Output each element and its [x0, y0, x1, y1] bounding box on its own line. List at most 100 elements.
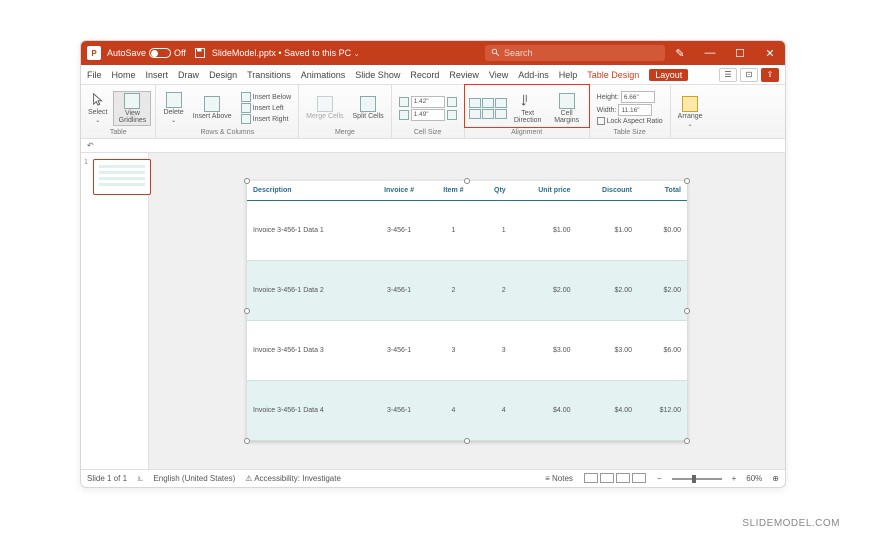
tab-transitions[interactable]: Transitions	[247, 70, 291, 80]
insert-right-button[interactable]: Insert Right	[241, 114, 289, 124]
table-cell[interactable]: $2.00	[577, 261, 638, 321]
fit-button[interactable]: ⊕	[772, 474, 779, 483]
slide-canvas[interactable]: Description Invoice # Item # Qty Unit pr…	[247, 181, 687, 441]
tab-draw[interactable]: Draw	[178, 70, 199, 80]
table-cell[interactable]: $3.00	[577, 321, 638, 381]
tab-file[interactable]: File	[87, 70, 102, 80]
table-cell[interactable]: $2.00	[638, 261, 687, 321]
minimize-button[interactable]: —	[695, 47, 725, 60]
selection-handle[interactable]	[244, 438, 250, 444]
selection-handle[interactable]	[464, 438, 470, 444]
selection-handle[interactable]	[684, 308, 690, 314]
tab-design[interactable]: Design	[209, 70, 237, 80]
zoom-slider[interactable]	[672, 478, 722, 480]
share-button[interactable]: ⇪	[761, 68, 779, 82]
tab-help[interactable]: Help	[559, 70, 578, 80]
zoom-in-button[interactable]: +	[732, 474, 737, 483]
table-cell[interactable]: $2.00	[512, 261, 577, 321]
table-cell[interactable]: $4.00	[577, 381, 638, 441]
tab-table-design[interactable]: Table Design	[587, 70, 639, 80]
table-cell[interactable]: 1	[430, 201, 477, 261]
table-cell[interactable]: 3-456-1	[368, 381, 429, 441]
table-height-input[interactable]: 6.66"	[621, 91, 655, 103]
tab-slideshow[interactable]: Slide Show	[355, 70, 400, 80]
col-unitprice[interactable]: Unit price	[512, 181, 577, 201]
table-cell[interactable]: 1	[477, 201, 512, 261]
insert-left-button[interactable]: Insert Left	[241, 103, 284, 113]
table-cell[interactable]: 2	[477, 261, 512, 321]
table-cell[interactable]: Invoice 3-456-1 Data 4	[247, 381, 368, 441]
close-button[interactable]: ✕	[755, 47, 785, 60]
language-status[interactable]: English (United States)	[153, 474, 235, 483]
zoom-level[interactable]: 60%	[746, 474, 762, 483]
invoice-table[interactable]: Description Invoice # Item # Qty Unit pr…	[247, 181, 687, 441]
spellcheck-icon[interactable]: ⎁	[137, 474, 143, 484]
distribute-rows-icon[interactable]	[447, 97, 457, 107]
table-cell[interactable]: $1.00	[512, 201, 577, 261]
tab-review[interactable]: Review	[449, 70, 479, 80]
col-invoice[interactable]: Invoice #	[368, 181, 429, 201]
slide-editor[interactable]: Description Invoice # Item # Qty Unit pr…	[149, 153, 785, 469]
row-height-input[interactable]: 1.42"	[411, 96, 445, 108]
arrange-button[interactable]: Arrange⌄	[675, 95, 706, 129]
align-right-icon[interactable]	[495, 98, 507, 108]
table-cell[interactable]: $4.00	[512, 381, 577, 441]
table-cell[interactable]: Invoice 3-456-1 Data 3	[247, 321, 368, 381]
account-icon[interactable]: ✎	[665, 47, 695, 60]
selection-handle[interactable]	[684, 438, 690, 444]
accessibility-status[interactable]: ⚠ Accessibility: Investigate	[245, 474, 341, 483]
align-center-icon[interactable]	[482, 98, 494, 108]
align-bottom-icon[interactable]	[495, 109, 507, 119]
tab-home[interactable]: Home	[112, 70, 136, 80]
table-row[interactable]: Invoice 3-456-1 Data 33-456-133$3.00$3.0…	[247, 321, 687, 381]
tab-record[interactable]: Record	[410, 70, 439, 80]
table-row[interactable]: Invoice 3-456-1 Data 13-456-111$1.00$1.0…	[247, 201, 687, 261]
view-buttons[interactable]	[583, 473, 647, 485]
table-width-input[interactable]: 11.16"	[618, 104, 652, 116]
catchup-icon[interactable]: ⊡	[740, 68, 758, 82]
col-description[interactable]: Description	[247, 181, 368, 201]
table-cell[interactable]: 4	[477, 381, 512, 441]
table-cell[interactable]: $6.00	[638, 321, 687, 381]
col-total[interactable]: Total	[638, 181, 687, 201]
selection-handle[interactable]	[244, 308, 250, 314]
table-cell[interactable]: 3-456-1	[368, 321, 429, 381]
zoom-out-button[interactable]: −	[657, 474, 662, 483]
insert-above-button[interactable]: Insert Above	[190, 95, 235, 121]
delete-button[interactable]: Delete⌄	[160, 91, 186, 125]
align-middle-icon[interactable]	[482, 109, 494, 119]
selection-handle[interactable]	[244, 178, 250, 184]
table-cell[interactable]: 3-456-1	[368, 201, 429, 261]
table-cell[interactable]: 3	[430, 321, 477, 381]
search-box[interactable]: Search	[485, 45, 665, 61]
table-cell[interactable]: 3	[477, 321, 512, 381]
selection-handle[interactable]	[464, 178, 470, 184]
split-cells-button[interactable]: Split Cells	[350, 95, 387, 121]
alignment-buttons[interactable]	[469, 98, 507, 119]
thumbnail-panel[interactable]: 1	[81, 153, 149, 469]
align-left-icon[interactable]	[469, 98, 481, 108]
table-cell[interactable]: Invoice 3-456-1 Data 2	[247, 261, 368, 321]
comments-icon[interactable]: ☰	[719, 68, 737, 82]
table-row[interactable]: Invoice 3-456-1 Data 43-456-144$4.00$4.0…	[247, 381, 687, 441]
table-cell[interactable]: $1.00	[577, 201, 638, 261]
insert-below-button[interactable]: Insert Below	[241, 92, 292, 102]
table-cell[interactable]: $12.00	[638, 381, 687, 441]
table-cell[interactable]: 2	[430, 261, 477, 321]
tab-layout[interactable]: Layout	[649, 69, 688, 81]
text-direction-button[interactable]: Text Direction	[510, 92, 546, 125]
lock-aspect-checkbox[interactable]: Lock Aspect Ratio	[597, 117, 663, 125]
col-width-input[interactable]: 1.49"	[411, 109, 445, 121]
col-item[interactable]: Item #	[430, 181, 477, 201]
col-qty[interactable]: Qty	[477, 181, 512, 201]
maximize-button[interactable]: ☐	[725, 47, 755, 60]
cell-margins-button[interactable]: Cell Margins	[549, 92, 585, 125]
col-discount[interactable]: Discount	[577, 181, 638, 201]
table-cell[interactable]: $0.00	[638, 201, 687, 261]
tab-animations[interactable]: Animations	[301, 70, 346, 80]
tab-addins[interactable]: Add-ins	[518, 70, 549, 80]
slide-thumbnail-1[interactable]	[93, 159, 151, 195]
autosave-toggle[interactable]	[149, 48, 171, 58]
selection-handle[interactable]	[684, 178, 690, 184]
tab-view[interactable]: View	[489, 70, 508, 80]
